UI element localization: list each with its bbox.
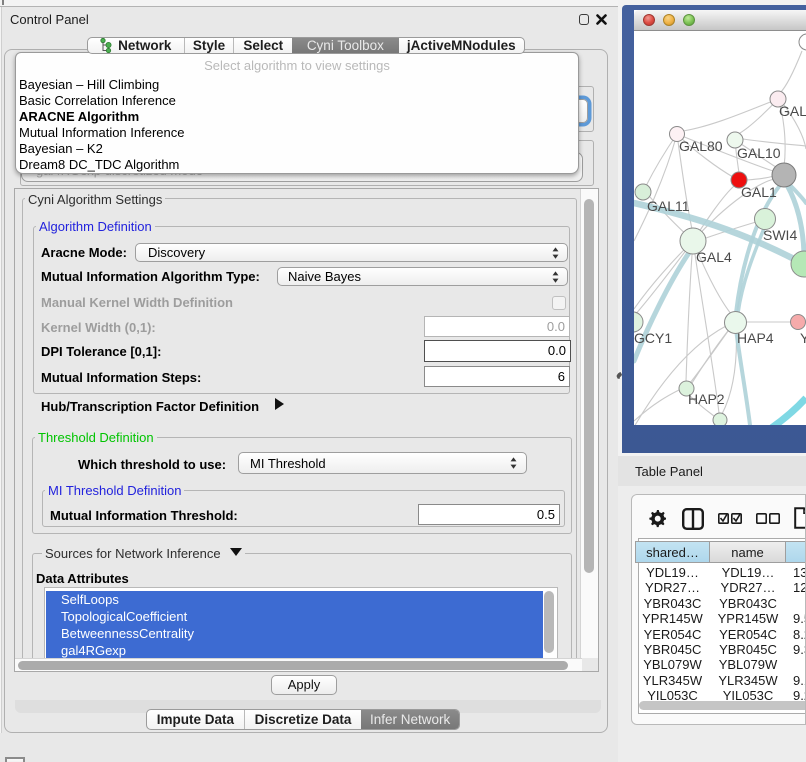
- svg-text:GAL80: GAL80: [679, 138, 723, 154]
- svg-text:GAL4: GAL4: [696, 249, 732, 265]
- svg-text:SWI4: SWI4: [763, 227, 797, 243]
- svg-text:HAP4: HAP4: [737, 330, 774, 346]
- svg-text:Y: Y: [800, 330, 806, 346]
- svg-text:HAP2: HAP2: [688, 391, 725, 407]
- svg-text:GAL11: GAL11: [647, 198, 690, 214]
- svg-text:GCY1: GCY1: [634, 330, 672, 346]
- svg-text:GAL7: GAL7: [779, 103, 806, 119]
- svg-text:GAL10: GAL10: [737, 145, 781, 161]
- svg-text:GAL1: GAL1: [741, 184, 777, 200]
